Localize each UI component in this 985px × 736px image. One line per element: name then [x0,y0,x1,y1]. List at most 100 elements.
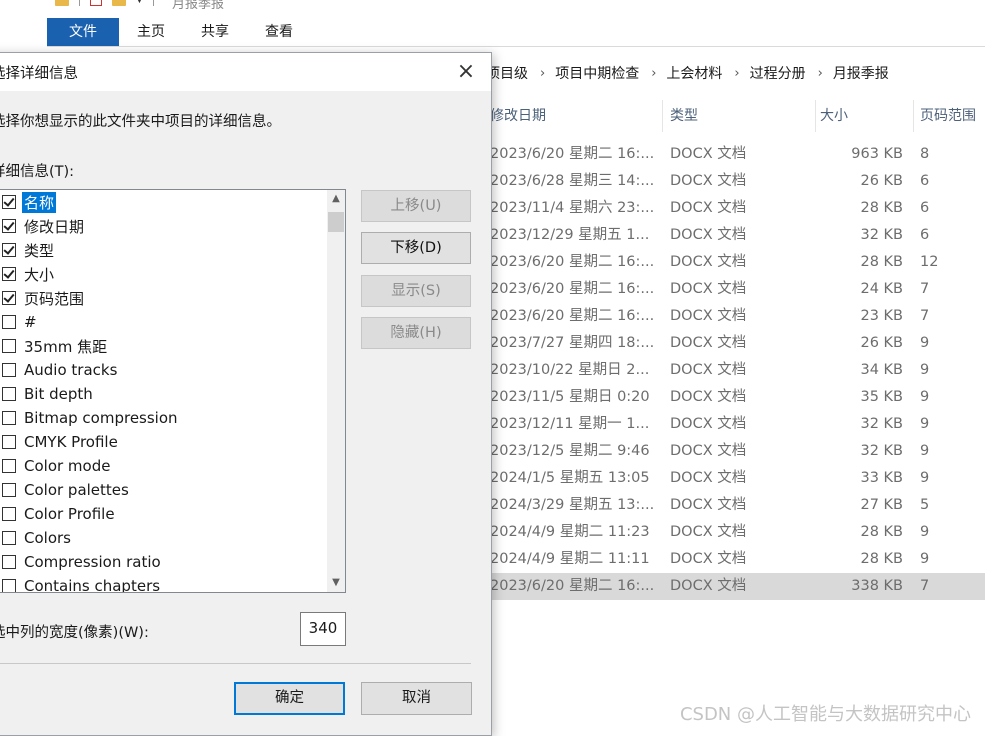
file-row[interactable]: 2023/6/20 星期二 16:... DOCX 文档 28 KB 12 [486,249,985,276]
detail-item[interactable]: Audio tracks [0,358,345,382]
properties-icon[interactable] [90,0,102,6]
checkbox-unchecked-icon[interactable] [2,483,16,497]
file-row[interactable]: 2023/6/28 星期三 14:... DOCX 文档 26 KB 6 [486,168,985,195]
breadcrumb-item[interactable]: 上会材料 [666,63,728,83]
file-row[interactable]: 2023/6/20 星期二 16:... DOCX 文档 24 KB 7 [486,276,985,303]
detail-item[interactable]: # [0,310,345,334]
chevron-right-icon[interactable]: › [812,66,833,81]
tab-share[interactable]: 共享 [195,18,235,46]
file-row[interactable]: 2024/4/9 星期二 11:23 DOCX 文档 28 KB 9 [486,519,985,546]
file-type: DOCX 文档 [670,443,747,459]
detail-item[interactable]: Colors [0,526,345,550]
checkbox-unchecked-icon[interactable] [2,435,16,449]
file-size: 28 KB [860,200,903,216]
breadcrumb-item[interactable]: 过程分册 [750,63,812,83]
breadcrumb-item[interactable]: 项目级 [486,63,534,83]
detail-item[interactable]: CMYK Profile [0,430,345,454]
checkbox-unchecked-icon[interactable] [2,411,16,425]
checkbox-checked-icon[interactable] [2,243,16,257]
file-row[interactable]: 2023/7/27 星期四 18:... DOCX 文档 26 KB 9 [486,330,985,357]
file-size: 32 KB [860,443,903,459]
column-header-type[interactable]: 类型 [666,100,816,132]
scrollbar-thumb[interactable] [328,212,344,232]
move-down-button[interactable]: 下移(D) [361,232,471,264]
close-icon[interactable]: × [451,57,481,87]
column-width-input[interactable]: 340 [300,612,346,646]
column-header-pages[interactable]: 页码范围 [916,100,985,132]
checkbox-unchecked-icon[interactable] [2,555,16,569]
detail-item[interactable]: Color Profile [0,502,345,526]
file-row[interactable]: 2023/6/20 星期二 16:... DOCX 文档 338 KB 7 [486,573,985,600]
checkbox-unchecked-icon[interactable] [2,339,16,353]
checkbox-checked-icon[interactable] [2,195,16,209]
file-type: DOCX 文档 [670,335,747,351]
checkbox-unchecked-icon[interactable] [2,579,16,592]
breadcrumb-item[interactable]: 项目中期检查 [555,63,645,83]
chevron-right-icon[interactable]: › [534,66,555,81]
chevron-down-icon[interactable]: ▼ [136,0,143,5]
detail-item[interactable]: Compression ratio [0,550,345,574]
file-row[interactable]: 2024/4/9 星期二 11:11 DOCX 文档 28 KB 9 [486,546,985,573]
checkbox-unchecked-icon[interactable] [2,387,16,401]
scroll-down-arrow-icon[interactable]: ▼ [327,574,345,592]
file-modified-date: 2023/6/20 星期二 16:... [490,281,655,297]
details-listbox[interactable]: 名称 修改日期 类型 大小 页码范围 #35mm 焦距 Audio tracks Bit de… [0,189,346,593]
window-title: 月报季报 [172,0,225,12]
new-folder-icon[interactable] [112,0,126,6]
scroll-up-arrow-icon[interactable]: ▲ [327,190,345,208]
detail-item[interactable]: 页码范围 [0,286,345,310]
show-button[interactable]: 显示(S) [361,275,471,307]
file-row[interactable]: 2023/6/20 星期二 16:... DOCX 文档 23 KB 7 [486,303,985,330]
detail-item[interactable]: Contains chapters [0,574,345,592]
checkbox-unchecked-icon[interactable] [2,459,16,473]
column-headers: 修改日期 类型 大小 页码范围 [486,100,985,132]
file-row[interactable]: 2023/6/20 星期二 16:... DOCX 文档 963 KB 8 [486,141,985,168]
file-type: DOCX 文档 [670,362,747,378]
cancel-button[interactable]: 取消 [361,682,472,715]
detail-item[interactable]: Bit depth [0,382,345,406]
detail-item[interactable]: 大小 [0,262,345,286]
ok-button[interactable]: 确定 [234,682,345,715]
detail-item[interactable]: Color palettes [0,478,345,502]
checkbox-checked-icon[interactable] [2,219,16,233]
detail-item[interactable]: 类型 [0,238,345,262]
hide-button[interactable]: 隐藏(H) [361,317,471,349]
file-page-range: 12 [920,254,939,270]
column-width-label: 选中列的宽度(像素)(W): [0,625,149,641]
checkbox-checked-icon[interactable] [2,267,16,281]
file-size: 26 KB [860,173,903,189]
checkbox-unchecked-icon[interactable] [2,507,16,521]
file-row[interactable]: 2024/1/5 星期五 13:05 DOCX 文档 33 KB 9 [486,465,985,492]
file-row[interactable]: 2023/12/11 星期一 1... DOCX 文档 32 KB 9 [486,411,985,438]
toolbar-divider [152,0,154,6]
chevron-right-icon[interactable]: › [645,66,666,81]
vertical-scrollbar[interactable]: ▲ ▼ [327,190,345,592]
file-row[interactable]: 2024/3/29 星期五 13:... DOCX 文档 27 KB 5 [486,492,985,519]
detail-item[interactable]: 35mm 焦距 [0,334,345,358]
column-header-size[interactable]: 大小 [816,100,914,132]
checkbox-checked-icon[interactable] [2,291,16,305]
file-row[interactable]: 2023/10/22 星期日 2... DOCX 文档 34 KB 9 [486,357,985,384]
file-modified-date: 2024/1/5 星期五 13:05 [490,470,650,486]
detail-item[interactable]: 修改日期 [0,214,345,238]
file-size: 338 KB [851,578,903,594]
file-row[interactable]: 2023/12/5 星期二 9:46 DOCX 文档 32 KB 9 [486,438,985,465]
detail-item[interactable]: 名称 [0,190,345,214]
file-row[interactable]: 2023/11/4 星期六 23:... DOCX 文档 28 KB 6 [486,195,985,222]
column-header-date[interactable]: 修改日期 [486,100,663,132]
chevron-right-icon[interactable]: › [728,66,749,81]
checkbox-unchecked-icon[interactable] [2,531,16,545]
detail-item[interactable]: Color mode [0,454,345,478]
file-modified-date: 2023/6/28 星期三 14:... [490,173,655,189]
file-row[interactable]: 2023/12/29 星期五 1... DOCX 文档 32 KB 6 [486,222,985,249]
breadcrumb-item[interactable]: 月报季报 [833,63,895,83]
tab-view[interactable]: 查看 [259,18,299,46]
checkbox-unchecked-icon[interactable] [2,315,16,329]
file-modified-date: 2024/4/9 星期二 11:23 [490,524,650,540]
tab-home[interactable]: 主页 [131,18,171,46]
detail-item[interactable]: Bitmap compression [0,406,345,430]
tab-file[interactable]: 文件 [47,18,119,46]
checkbox-unchecked-icon[interactable] [2,363,16,377]
file-row[interactable]: 2023/11/5 星期日 0:20 DOCX 文档 35 KB 9 [486,384,985,411]
move-up-button[interactable]: 上移(U) [361,190,471,222]
